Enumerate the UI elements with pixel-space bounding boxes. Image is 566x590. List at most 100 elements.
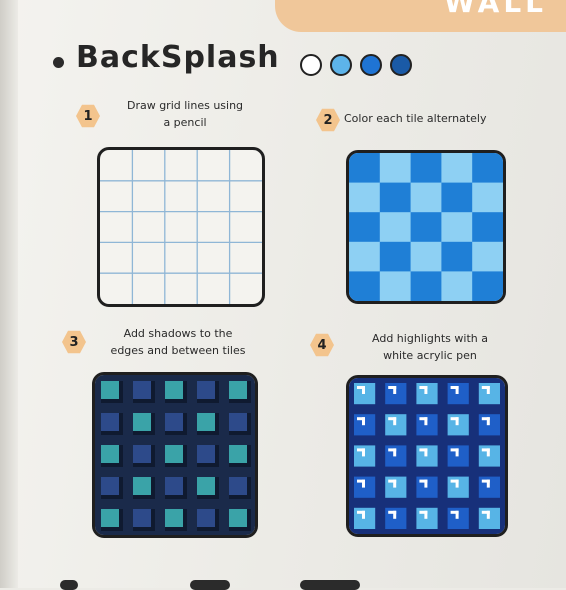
swatch-white — [300, 54, 322, 76]
tile-shadow-edge — [119, 445, 123, 467]
checker-tile — [410, 182, 442, 213]
tile-shadow-edge — [247, 381, 251, 403]
step-3-line-2: edges and between tiles — [110, 344, 246, 357]
white-highlight-mark — [393, 479, 397, 488]
white-highlight-mark — [393, 417, 397, 426]
tile-shadow-edge — [151, 445, 155, 467]
tile-shadow-edge — [151, 509, 155, 531]
page-binding-edge — [0, 0, 18, 588]
wall-heading: WALL — [444, 0, 547, 19]
step-1-line-1: Draw grid lines using — [126, 99, 244, 112]
tile-shadow-edge — [247, 445, 251, 467]
tile-shadow-edge — [183, 445, 187, 467]
white-highlight-mark — [362, 448, 365, 457]
step-4-text: Add highlights with a white acrylic pen — [340, 330, 520, 364]
bullet-icon — [53, 57, 64, 68]
white-highlight-mark — [424, 510, 428, 519]
checker-tiles — [349, 153, 503, 301]
step-4-line-1: Add highlights with a — [372, 332, 488, 345]
checker-tile — [349, 271, 381, 301]
step-1-line-2: a pencil — [163, 116, 207, 129]
tile-shadow-edge — [215, 413, 219, 435]
step-4-badge: 4 — [310, 333, 334, 357]
white-highlight-mark — [455, 386, 459, 394]
section-title: BackSplash — [76, 40, 280, 75]
checker-tile — [472, 212, 503, 243]
color-swatches — [300, 54, 412, 76]
tile-shadow-edge — [215, 445, 219, 467]
step-3-line-1: Add shadows to the — [123, 327, 233, 340]
white-highlight-mark — [455, 417, 459, 426]
white-highlight-mark — [362, 386, 365, 394]
swatch-blue — [360, 54, 382, 76]
pencil-grid — [100, 150, 262, 304]
checker-tile — [472, 271, 503, 301]
white-highlight-mark — [455, 448, 459, 457]
tile-shadow-edge — [215, 381, 219, 403]
white-highlight-mark — [393, 448, 397, 457]
checker-tile — [349, 153, 381, 184]
tile-shadow-edge — [119, 413, 123, 435]
white-highlight-mark — [455, 510, 459, 519]
white-highlight-mark — [424, 448, 428, 457]
step-2-line-1: Color each tile alternately — [344, 112, 487, 125]
white-highlight-mark — [486, 417, 490, 426]
white-highlight-mark — [424, 479, 428, 488]
white-highlight-mark — [486, 386, 490, 394]
step-2-badge: 2 — [316, 108, 340, 132]
checker-tile — [472, 153, 503, 184]
tile-shadow-edge — [151, 477, 155, 499]
checker-tile — [349, 212, 381, 243]
tile-shadow-edge — [183, 477, 187, 499]
tile-shadow-edge — [183, 509, 187, 531]
checker-tile — [410, 153, 442, 184]
highlight-tiles — [349, 378, 505, 534]
checker-tile — [379, 241, 412, 272]
wall-banner: WALL — [275, 0, 566, 32]
shadow-tiles — [95, 375, 255, 535]
grid-lines-illustration — [97, 147, 265, 307]
checker-tile — [441, 271, 473, 301]
tile-shadow-edge — [119, 509, 123, 531]
step-3-badge: 3 — [62, 330, 86, 354]
worksheet-page: WALL BackSplash 1 Draw grid lines using … — [0, 0, 566, 590]
shadow-illustration — [92, 372, 258, 538]
white-highlight-mark — [393, 386, 397, 394]
tile-shadow-edge — [247, 477, 251, 499]
step-2-text: Color each tile alternately — [344, 110, 534, 127]
step-1-text: Draw grid lines using a pencil — [100, 97, 270, 131]
tile-shadow-edge — [247, 509, 251, 531]
step-4-line-2: white acrylic pen — [383, 349, 477, 362]
checker-tile — [441, 182, 473, 213]
white-highlight-mark — [486, 448, 490, 457]
tile-shadow-edge — [119, 381, 123, 403]
swatch-dark-blue — [390, 54, 412, 76]
white-highlight-mark — [362, 510, 365, 519]
tile-shadow-edge — [119, 477, 123, 499]
checker-tile — [379, 271, 412, 301]
checker-tile — [349, 182, 381, 213]
tile-shadow-edge — [247, 413, 251, 435]
white-highlight-mark — [424, 417, 428, 426]
white-highlight-mark — [393, 510, 397, 519]
checker-tile — [472, 182, 503, 213]
tile-shadow-edge — [215, 509, 219, 531]
checker-tile — [410, 212, 442, 243]
checker-tile — [410, 241, 442, 272]
checker-tile — [441, 241, 473, 272]
white-highlight-mark — [362, 479, 365, 488]
checker-tile — [441, 153, 473, 184]
tile-shadow-edge — [183, 381, 187, 403]
checker-tile — [379, 153, 412, 184]
tile-shadow-edge — [151, 413, 155, 435]
tile-shadow-edge — [215, 477, 219, 499]
tile-shadow-edge — [183, 413, 187, 435]
step-3-text: Add shadows to the edges and between til… — [88, 325, 268, 359]
white-highlight-mark — [486, 479, 490, 488]
white-highlight-mark — [455, 479, 459, 488]
checker-tile — [379, 182, 412, 213]
checker-tile — [441, 212, 473, 243]
swatch-light-blue — [330, 54, 352, 76]
tile-shadow-edge — [151, 381, 155, 403]
step-1-badge: 1 — [76, 104, 100, 128]
